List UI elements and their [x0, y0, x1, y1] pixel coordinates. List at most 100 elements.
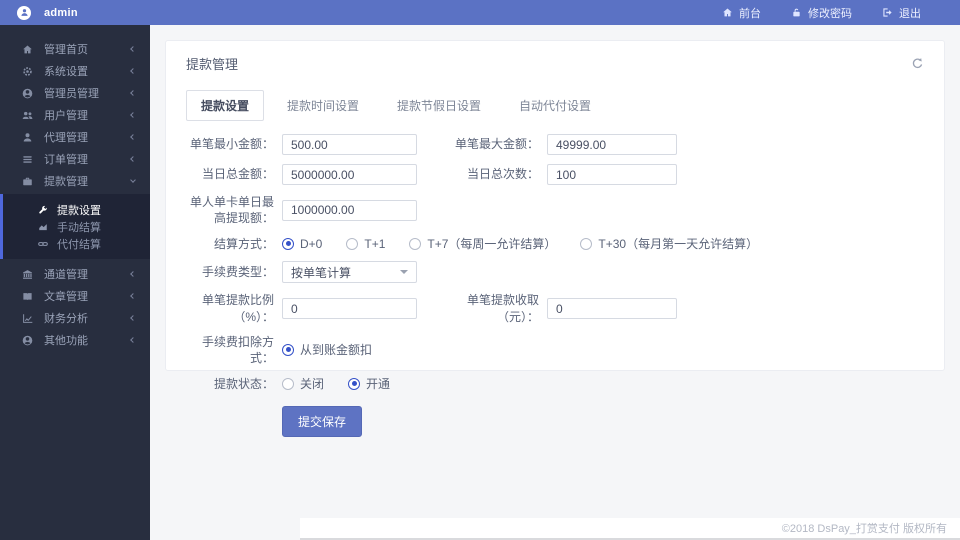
fee-percent-label: 单笔提款比例（%）：	[201, 293, 274, 324]
frontend-link-label: 前台	[739, 7, 761, 20]
sidebar-item-article-management[interactable]: 文章管理	[0, 285, 150, 307]
sidebar-item-channel-management[interactable]: 通道管理	[0, 263, 150, 285]
sidebar-item-system-settings[interactable]: 系统设置	[0, 60, 150, 82]
fee-percent-input[interactable]	[282, 298, 417, 320]
topbar: admin 前台 修改密码 退出	[0, 0, 960, 25]
list-icon	[22, 154, 33, 165]
logout-label: 退出	[899, 7, 921, 20]
gear-icon	[22, 66, 33, 77]
radio-label: T+1	[364, 236, 386, 251]
change-password-label: 修改密码	[808, 7, 852, 20]
sidebar-item-admin-management[interactable]: 管理员管理	[0, 82, 150, 104]
sidebar-item-agent-management[interactable]: 代理管理	[0, 126, 150, 148]
fee-type-label: 手续费类型：	[201, 265, 274, 280]
sidebar-item-label: 财务分析	[44, 313, 88, 325]
radio-icon	[282, 343, 294, 356]
sidebar-item-label: 通道管理	[44, 269, 88, 281]
radio-t1[interactable]: T+1	[346, 237, 385, 251]
status-radio-group: 关闭 开通	[282, 375, 414, 392]
sidebar-subitem-label: 提款设置	[57, 204, 101, 217]
tab-withdraw-time-settings[interactable]: 提款时间设置	[272, 90, 374, 121]
sidebar-item-other-functions[interactable]: 其他功能	[0, 329, 150, 351]
radio-label: 从到账金额扣	[300, 343, 373, 358]
settle-mode-label: 结算方式：	[213, 236, 274, 251]
area-chart-icon	[38, 222, 48, 232]
sidebar-item-user-management[interactable]: 用户管理	[0, 104, 150, 126]
fee-type-select[interactable]: 按单笔计算	[282, 261, 417, 284]
status-label: 提款状态：	[213, 376, 274, 391]
radio-status-closed[interactable]: 关闭	[282, 375, 324, 392]
change-password-link[interactable]: 修改密码	[776, 0, 867, 25]
radio-icon	[282, 377, 294, 390]
caret-down-icon	[400, 270, 408, 275]
refresh-icon[interactable]	[911, 57, 924, 70]
user-circle-icon	[22, 335, 33, 346]
sidebar-item-label: 管理首页	[44, 44, 88, 56]
chevron-left-icon	[130, 90, 136, 96]
frontend-link[interactable]: 前台	[707, 0, 776, 25]
sidebar-item-order-management[interactable]: 订单管理	[0, 148, 150, 170]
chevron-left-icon	[130, 68, 136, 74]
tab-withdraw-holiday-settings[interactable]: 提款节假日设置	[382, 90, 496, 121]
logout-link[interactable]: 退出	[867, 0, 936, 25]
users-icon	[22, 110, 33, 121]
tab-withdraw-settings[interactable]: 提款设置	[186, 90, 265, 121]
radio-icon	[348, 377, 361, 390]
withdraw-management-card: 提款管理 提款设置 提款时间设置 提款节假日设置 自动代付设置 单笔最小金额： …	[165, 40, 945, 438]
form-row: 单笔最小金额： 单笔最大金额：	[186, 134, 924, 155]
radio-icon	[346, 237, 359, 250]
home-icon	[22, 44, 33, 55]
sidebar-item-withdraw-management[interactable]: 提款管理	[0, 170, 150, 192]
withdraw-submenu: 提款设置 手动结算 代付结算	[0, 194, 150, 259]
form-row: 单人单卡单日最高提现额：	[186, 194, 924, 226]
max-amount-input[interactable]	[547, 134, 677, 155]
sidebar-item-withdraw-settings[interactable]: 提款设置	[3, 201, 150, 218]
radio-deduct-from-received[interactable]: 从到账金额扣	[282, 341, 372, 358]
sidebar-subitem-label: 手动结算	[57, 221, 101, 234]
sidebar-item-manual-settlement[interactable]: 手动结算	[3, 218, 150, 235]
radio-t30[interactable]: T+30（每月第一天允许结算）	[580, 235, 758, 252]
radio-icon	[409, 237, 422, 250]
chevron-left-icon	[130, 112, 136, 118]
form-row: 提款状态： 关闭 开通	[186, 375, 924, 392]
radio-label: 关闭	[300, 377, 325, 392]
daily-total-input[interactable]	[282, 164, 417, 185]
page-footer: ©2018 DsPay_打赏支付 版权所有	[300, 518, 960, 538]
brand-name: admin	[44, 6, 78, 19]
wrench-icon	[38, 205, 48, 215]
radio-d0[interactable]: D+0	[282, 237, 322, 251]
min-amount-input[interactable]	[282, 134, 417, 155]
form-row: 手续费扣除方式： 从到账金额扣	[186, 334, 924, 366]
chevron-left-icon	[130, 315, 136, 321]
per-card-daily-max-label: 单人单卡单日最高提现额：	[189, 195, 274, 226]
settle-mode-radio-group: D+0 T+1 T+7（每周一允许结算） T+30（每月第一天允许结算）	[282, 235, 782, 252]
daily-count-input[interactable]	[547, 164, 677, 185]
submit-save-button[interactable]: 提交保存	[282, 406, 363, 438]
per-card-daily-max-input[interactable]	[282, 199, 417, 221]
withdraw-settings-form: 单笔最小金额： 单笔最大金额： 当日总金额： 当日总次数： 单人单卡单日最高提现…	[186, 134, 924, 438]
tab-auto-payout-settings[interactable]: 自动代付设置	[504, 90, 606, 121]
fee-fixed-input[interactable]	[547, 298, 677, 320]
sidebar-item-dashboard[interactable]: 管理首页	[0, 38, 150, 60]
page-title: 提款管理	[186, 57, 239, 72]
user-icon	[22, 132, 33, 143]
form-row: 手续费类型： 按单笔计算	[186, 261, 924, 284]
chevron-left-icon	[130, 134, 136, 140]
radio-icon	[282, 237, 294, 250]
sidebar-item-label: 管理员管理	[44, 88, 99, 100]
chevron-left-icon	[130, 293, 136, 299]
fee-deduct-radio-group: 从到账金额扣	[282, 341, 396, 358]
chevron-left-icon	[130, 337, 136, 343]
form-row: 单笔提款比例（%）： 单笔提款收取（元）：	[186, 292, 924, 324]
min-amount-label: 单笔最小金额：	[189, 137, 274, 152]
main-content: 提款管理 提款设置 提款时间设置 提款节假日设置 自动代付设置 单笔最小金额： …	[150, 25, 960, 540]
sidebar-item-label: 订单管理	[44, 154, 88, 166]
brand[interactable]: admin	[0, 5, 150, 20]
radio-status-open[interactable]: 开通	[348, 375, 390, 392]
form-row: 当日总金额： 当日总次数：	[186, 164, 924, 185]
sidebar-item-payout-settlement[interactable]: 代付结算	[3, 235, 150, 252]
user-avatar-icon	[17, 5, 31, 20]
radio-t7[interactable]: T+7（每周一允许结算）	[409, 235, 556, 252]
sidebar-item-label: 其他功能	[44, 335, 88, 347]
sidebar-item-finance-analysis[interactable]: 财务分析	[0, 307, 150, 329]
